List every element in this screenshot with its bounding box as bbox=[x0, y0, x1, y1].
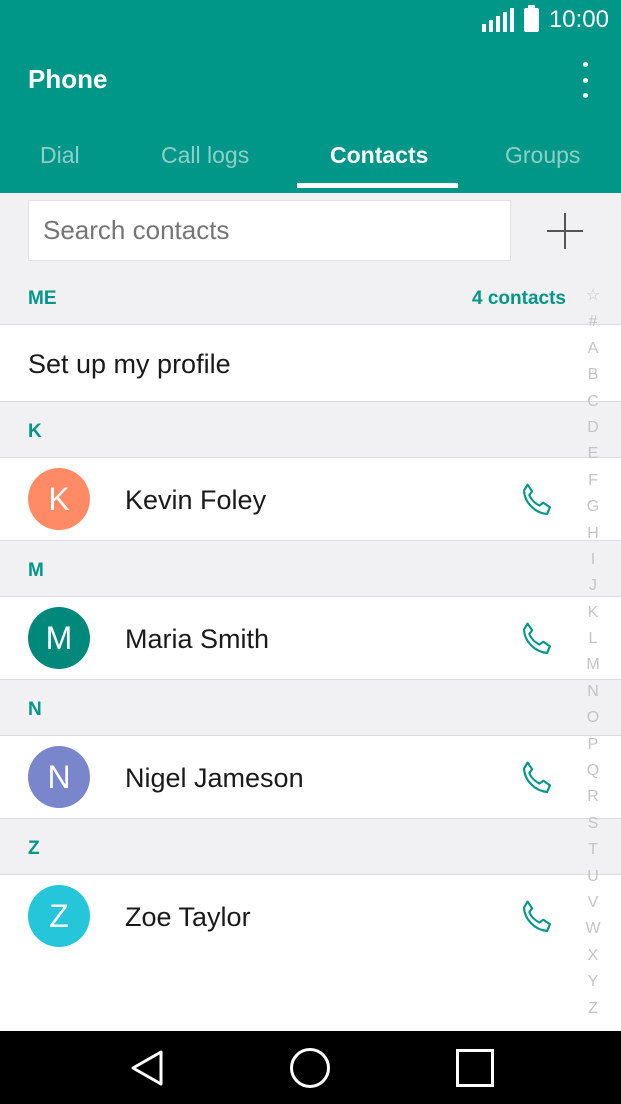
index-letter[interactable]: C bbox=[581, 389, 605, 415]
index-letter[interactable]: ☆ bbox=[581, 283, 605, 309]
set-up-profile-row[interactable]: Set up my profile bbox=[0, 325, 621, 402]
search-area bbox=[0, 193, 621, 269]
index-letter[interactable]: V bbox=[581, 890, 605, 916]
list-item[interactable]: N Nigel Jameson bbox=[0, 736, 621, 819]
section-header-m: M bbox=[0, 541, 621, 597]
index-letter[interactable]: Y bbox=[581, 969, 605, 995]
index-letter[interactable]: Q bbox=[581, 758, 605, 784]
index-letter[interactable]: I bbox=[581, 547, 605, 573]
tab-dial[interactable]: Dial bbox=[40, 142, 80, 169]
index-letter[interactable]: O bbox=[581, 705, 605, 731]
index-letter[interactable]: Z bbox=[581, 996, 605, 1022]
set-up-profile-label: Set up my profile bbox=[28, 349, 231, 379]
contacts-count: 4 contacts bbox=[472, 288, 566, 309]
index-letter[interactable]: U bbox=[581, 864, 605, 890]
index-letter[interactable]: F bbox=[581, 468, 605, 494]
index-letter[interactable]: S bbox=[581, 811, 605, 837]
avatar: M bbox=[28, 607, 90, 669]
index-letter[interactable]: P bbox=[581, 732, 605, 758]
index-letter[interactable]: M bbox=[581, 652, 605, 678]
index-letter[interactable]: A bbox=[581, 336, 605, 362]
phone-icon[interactable] bbox=[516, 758, 558, 800]
index-letter[interactable]: J bbox=[581, 573, 605, 599]
avatar: K bbox=[28, 468, 90, 530]
section-header-me: ME 4 contacts bbox=[0, 269, 621, 325]
home-icon[interactable] bbox=[290, 1048, 330, 1088]
index-letter[interactable]: # bbox=[581, 309, 605, 335]
index-letter[interactable]: H bbox=[581, 521, 605, 547]
phone-icon[interactable] bbox=[516, 480, 558, 522]
app-title: Phone bbox=[28, 64, 108, 94]
overflow-menu-icon[interactable] bbox=[575, 60, 595, 100]
section-letter: M bbox=[28, 560, 44, 581]
index-letter[interactable]: E bbox=[581, 441, 605, 467]
tab-groups[interactable]: Groups bbox=[505, 142, 580, 169]
tab-contacts[interactable]: Contacts bbox=[330, 142, 428, 169]
section-letter: ME bbox=[28, 288, 57, 309]
status-bar: 10:00 bbox=[0, 0, 621, 44]
list-item[interactable]: K Kevin Foley bbox=[0, 458, 621, 541]
index-letter[interactable]: X bbox=[581, 943, 605, 969]
tab-bar: Dial Call logs Contacts Groups bbox=[0, 130, 621, 193]
phone-icon[interactable] bbox=[516, 897, 558, 939]
list-item[interactable]: M Maria Smith bbox=[0, 597, 621, 680]
battery-icon bbox=[523, 5, 539, 32]
contact-name: Nigel Jameson bbox=[125, 763, 304, 793]
index-letter[interactable]: N bbox=[581, 679, 605, 705]
phone-icon[interactable] bbox=[516, 619, 558, 661]
alphabet-index-bar[interactable]: ☆ # A B C D E F G H I J K L M N O P Q R S T U V W X Y Z bbox=[581, 283, 605, 1022]
avatar: N bbox=[28, 746, 90, 808]
search-input[interactable] bbox=[28, 200, 511, 261]
section-letter: N bbox=[28, 699, 42, 720]
navigation-bar bbox=[0, 1031, 621, 1104]
index-letter[interactable]: K bbox=[581, 600, 605, 626]
back-icon[interactable] bbox=[127, 1049, 167, 1087]
contact-name: Maria Smith bbox=[125, 624, 270, 654]
active-tab-indicator bbox=[297, 183, 458, 188]
list-item[interactable]: Z Zoe Taylor bbox=[0, 875, 621, 958]
app-header: 10:00 Phone Dial Call logs Contacts Grou… bbox=[0, 0, 621, 193]
status-time: 10:00 bbox=[548, 6, 609, 33]
index-letter[interactable]: R bbox=[581, 784, 605, 810]
section-header-n: N bbox=[0, 680, 621, 736]
avatar: Z bbox=[28, 885, 90, 947]
section-header-k: K bbox=[0, 402, 621, 458]
index-letter[interactable]: T bbox=[581, 837, 605, 863]
signal-icon bbox=[481, 8, 514, 32]
index-letter[interactable]: B bbox=[581, 362, 605, 388]
index-letter[interactable]: D bbox=[581, 415, 605, 441]
recent-apps-icon[interactable] bbox=[456, 1049, 494, 1087]
section-letter: K bbox=[28, 421, 42, 442]
tab-call-logs[interactable]: Call logs bbox=[161, 142, 249, 169]
plus-icon[interactable] bbox=[543, 209, 587, 253]
contact-name: Zoe Taylor bbox=[125, 902, 251, 932]
contact-name: Kevin Foley bbox=[125, 485, 267, 515]
section-header-z: Z bbox=[0, 819, 621, 875]
index-letter[interactable]: W bbox=[581, 916, 605, 942]
section-letter: Z bbox=[28, 838, 40, 859]
index-letter[interactable]: G bbox=[581, 494, 605, 520]
index-letter[interactable]: L bbox=[581, 626, 605, 652]
contacts-list: ME 4 contacts Set up my profile K K Kevi… bbox=[0, 269, 621, 958]
